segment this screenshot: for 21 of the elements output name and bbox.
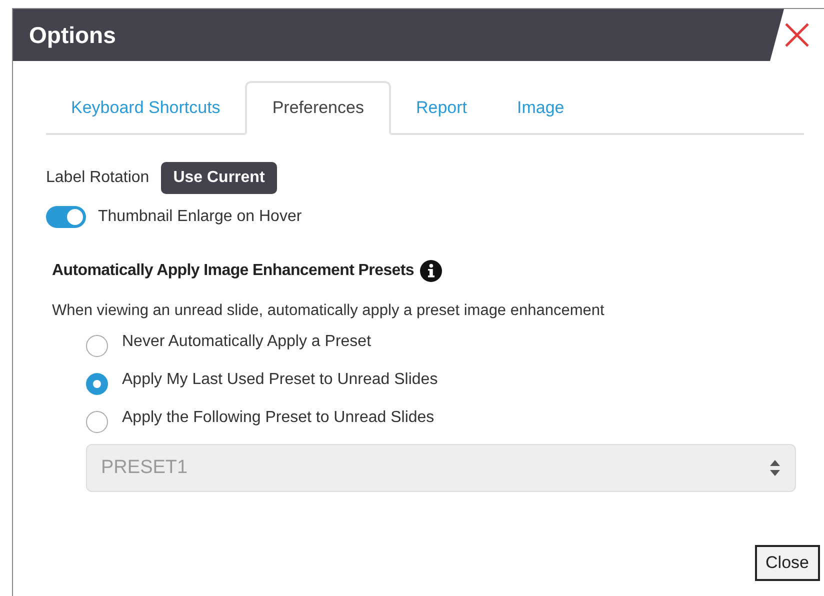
section-description: When viewing an unread slide, automatically apply a preset image enhancement [52, 302, 606, 320]
sort-arrows-icon [769, 459, 781, 477]
tab[interactable]: Image [492, 81, 590, 135]
close-icon [784, 22, 810, 48]
tab[interactable]: Preferences [245, 81, 391, 135]
tab[interactable]: Report [390, 81, 492, 135]
toggle-label: Thumbnail Enlarge on Hover [98, 208, 302, 226]
toggle-switch[interactable] [46, 206, 86, 228]
radio-button[interactable] [86, 335, 108, 357]
radio-label: Never Automatically Apply a Preset [122, 333, 372, 351]
radio-label: Apply My Last Used Preset to Unread Slides [122, 371, 438, 389]
window-title: Options [28, 22, 116, 48]
radio-button[interactable] [86, 373, 108, 395]
info-icon[interactable] [420, 260, 442, 282]
close-button[interactable]: Close [754, 545, 820, 581]
section-heading: Automatically Apply Image Enhancement Presets [52, 262, 414, 280]
tab[interactable]: Keyboard Shortcuts [46, 81, 246, 135]
radio-button[interactable] [86, 411, 108, 433]
radio-label: Apply the Following Preset to Unread Slides [122, 409, 434, 427]
label-rotation-label: Label Rotation [46, 169, 150, 187]
use-current-button[interactable]: Use Current [161, 162, 277, 194]
